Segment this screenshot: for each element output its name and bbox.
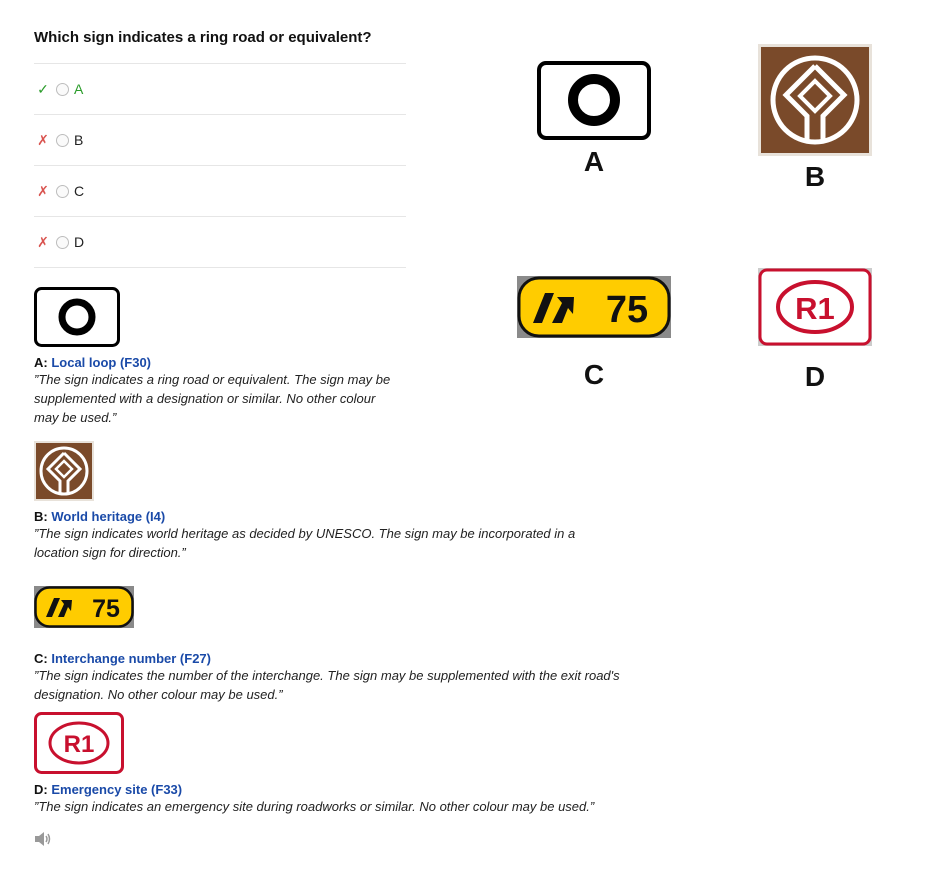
explanation-title: C: Interchange number (F27) [34, 651, 624, 666]
explanation-title: D: Emergency site (F33) [34, 782, 634, 797]
option-b[interactable]: ✗ B [34, 115, 406, 166]
sign-link-emergency-site[interactable]: Emergency site (F33) [51, 782, 182, 797]
emergency-code-text: R1 [795, 291, 835, 326]
wrong-mark-icon: ✗ [37, 182, 49, 199]
radio-button[interactable] [56, 133, 69, 147]
explanation-text: ”The sign indicates the number of the in… [34, 668, 620, 702]
emergency-site-sign-icon: R1 [758, 268, 872, 346]
explanation-b: B: World heritage (I4) ”The sign indicat… [34, 441, 614, 562]
radio-button[interactable] [56, 184, 69, 198]
interchange-number-text: 75 [606, 289, 648, 331]
correct-mark-icon: ✓ [37, 80, 49, 97]
explanation-d: R1 D: Emergency site (F33) ”The sign ind… [34, 712, 634, 816]
sign-link-local-loop[interactable]: Local loop (F30) [51, 355, 151, 370]
option-label: A [74, 81, 84, 97]
big-sign-c[interactable]: 75 C [517, 276, 671, 391]
speaker-icon [35, 832, 51, 846]
question-title: Which sign indicates a ring road or equi… [34, 29, 372, 46]
sign-letter: C [583, 359, 605, 390]
emergency-code-text: R1 [64, 731, 95, 758]
explanation-title: A: Local loop (F30) [34, 355, 394, 370]
option-c[interactable]: ✗ C [34, 166, 406, 217]
emergency-site-sign-icon: R1 [34, 712, 124, 774]
world-heritage-sign-icon [758, 44, 872, 156]
sign-letter: B [804, 161, 826, 192]
wrong-mark-icon: ✗ [37, 131, 49, 148]
option-d[interactable]: ✗ D [34, 217, 406, 268]
answer-options: ✓ A ✗ B ✗ C ✗ D [34, 63, 406, 268]
ring-road-sign-icon [34, 287, 120, 347]
world-heritage-sign-icon [34, 441, 94, 501]
explanation-prefix: A: [34, 355, 52, 370]
explanation-c: 75 C: Interchange number (F27) ”The sign… [34, 586, 624, 704]
big-sign-b[interactable]: B [758, 44, 872, 193]
explanation-prefix: B: [34, 509, 52, 524]
option-a[interactable]: ✓ A [34, 64, 406, 115]
big-sign-d[interactable]: R1 D [758, 268, 872, 393]
option-label: D [74, 234, 85, 250]
explanation-prefix: D: [34, 782, 52, 797]
explanation-title: B: World heritage (I4) [34, 509, 614, 524]
explanation-text: ”The sign indicates world heritage as de… [34, 526, 576, 560]
interchange-number-sign-icon: 75 [34, 586, 134, 628]
explanation-prefix: C: [34, 651, 52, 666]
ring-road-sign-icon [537, 61, 651, 140]
explanation-text: ”The sign indicates an emergency site du… [34, 799, 595, 814]
explanation-text: ”The sign indicates a ring road or equiv… [34, 372, 391, 425]
interchange-number-text: 75 [92, 595, 120, 623]
sign-letter: A [583, 146, 605, 177]
option-label: B [74, 132, 84, 148]
option-label: C [74, 183, 85, 199]
radio-button[interactable] [56, 235, 69, 249]
speaker-button[interactable] [34, 831, 52, 852]
sign-letter: D [804, 361, 826, 392]
explanation-a: A: Local loop (F30) ”The sign indicates … [34, 287, 394, 427]
sign-link-interchange-number[interactable]: Interchange number (F27) [51, 651, 211, 666]
big-sign-a[interactable]: A [537, 61, 651, 178]
sign-link-world-heritage[interactable]: World heritage (I4) [51, 509, 165, 524]
wrong-mark-icon: ✗ [37, 233, 49, 250]
interchange-number-sign-icon: 75 [517, 276, 671, 338]
radio-button[interactable] [56, 82, 69, 96]
